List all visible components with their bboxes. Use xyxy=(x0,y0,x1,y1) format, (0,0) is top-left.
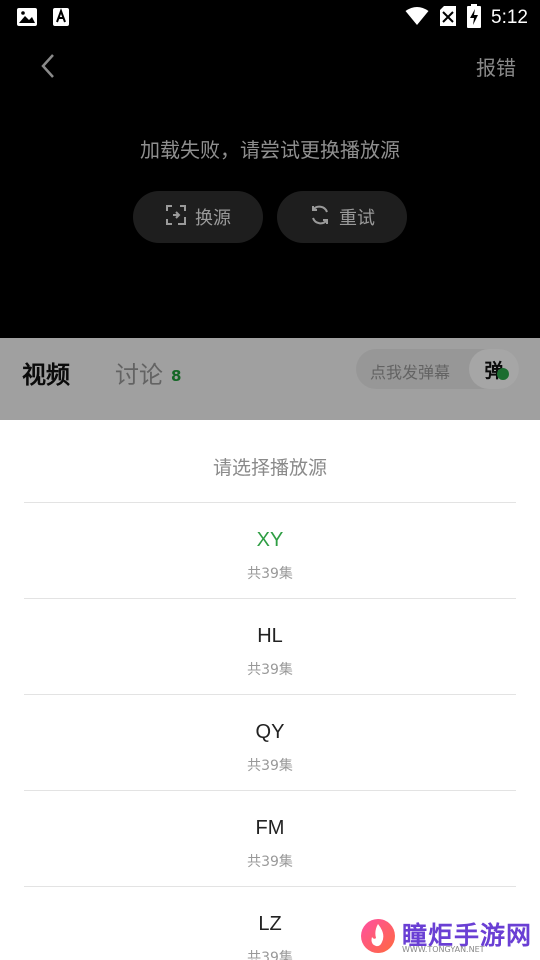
status-bar: 5:12 xyxy=(0,0,540,36)
switch-source-button[interactable]: 换源 xyxy=(133,191,263,243)
retry-button[interactable]: 重试 xyxy=(277,191,407,243)
episode-count: 共39集 xyxy=(247,566,293,582)
chevron-left-icon xyxy=(40,53,56,83)
battery-charging-icon xyxy=(467,4,482,32)
error-message: 加载失败，请尝试更换播放源 xyxy=(140,138,400,162)
source-item-hl[interactable]: HL 共39集 xyxy=(24,599,516,695)
episode-count: 共39集 xyxy=(247,854,293,870)
switch-icon xyxy=(165,204,187,231)
no-sim-icon xyxy=(439,5,457,31)
source-name: HL xyxy=(257,625,283,647)
episode-count: 共39集 xyxy=(247,662,293,678)
text-notification-icon xyxy=(52,7,70,31)
report-button[interactable]: 报错 xyxy=(476,52,516,81)
back-button[interactable] xyxy=(30,50,66,86)
image-notification-icon xyxy=(16,7,38,31)
source-item-xy[interactable]: XY 共39集 xyxy=(24,503,516,599)
source-name: QY xyxy=(255,721,285,743)
source-name: XY xyxy=(256,529,284,551)
episode-count: 共39集 xyxy=(247,758,293,774)
source-item-fm[interactable]: FM 共39集 xyxy=(24,791,516,887)
refresh-icon xyxy=(309,204,331,231)
sheet-title: 请选择播放源 xyxy=(212,457,327,479)
watermark-subtext: WWW.TONGYAN.NET xyxy=(402,945,485,954)
source-name: FM xyxy=(255,817,285,839)
video-player: 报错 加载失败，请尝试更换播放源 换源 重试 xyxy=(0,36,540,338)
source-item-qy[interactable]: QY 共39集 xyxy=(24,695,516,791)
source-selection-sheet: 请选择播放源 XY 共39集 HL 共39集 QY 共39集 FM 共39集 L… xyxy=(0,420,540,960)
watermark: 瞳炬手游网 WWW.TONGYAN.NET xyxy=(340,910,540,960)
clock: 5:12 xyxy=(491,7,528,28)
flame-logo-icon xyxy=(360,916,396,958)
switch-source-label: 换源 xyxy=(195,208,231,229)
retry-label: 重试 xyxy=(339,208,375,229)
dim-overlay[interactable] xyxy=(0,338,540,420)
wifi-icon xyxy=(405,6,429,30)
